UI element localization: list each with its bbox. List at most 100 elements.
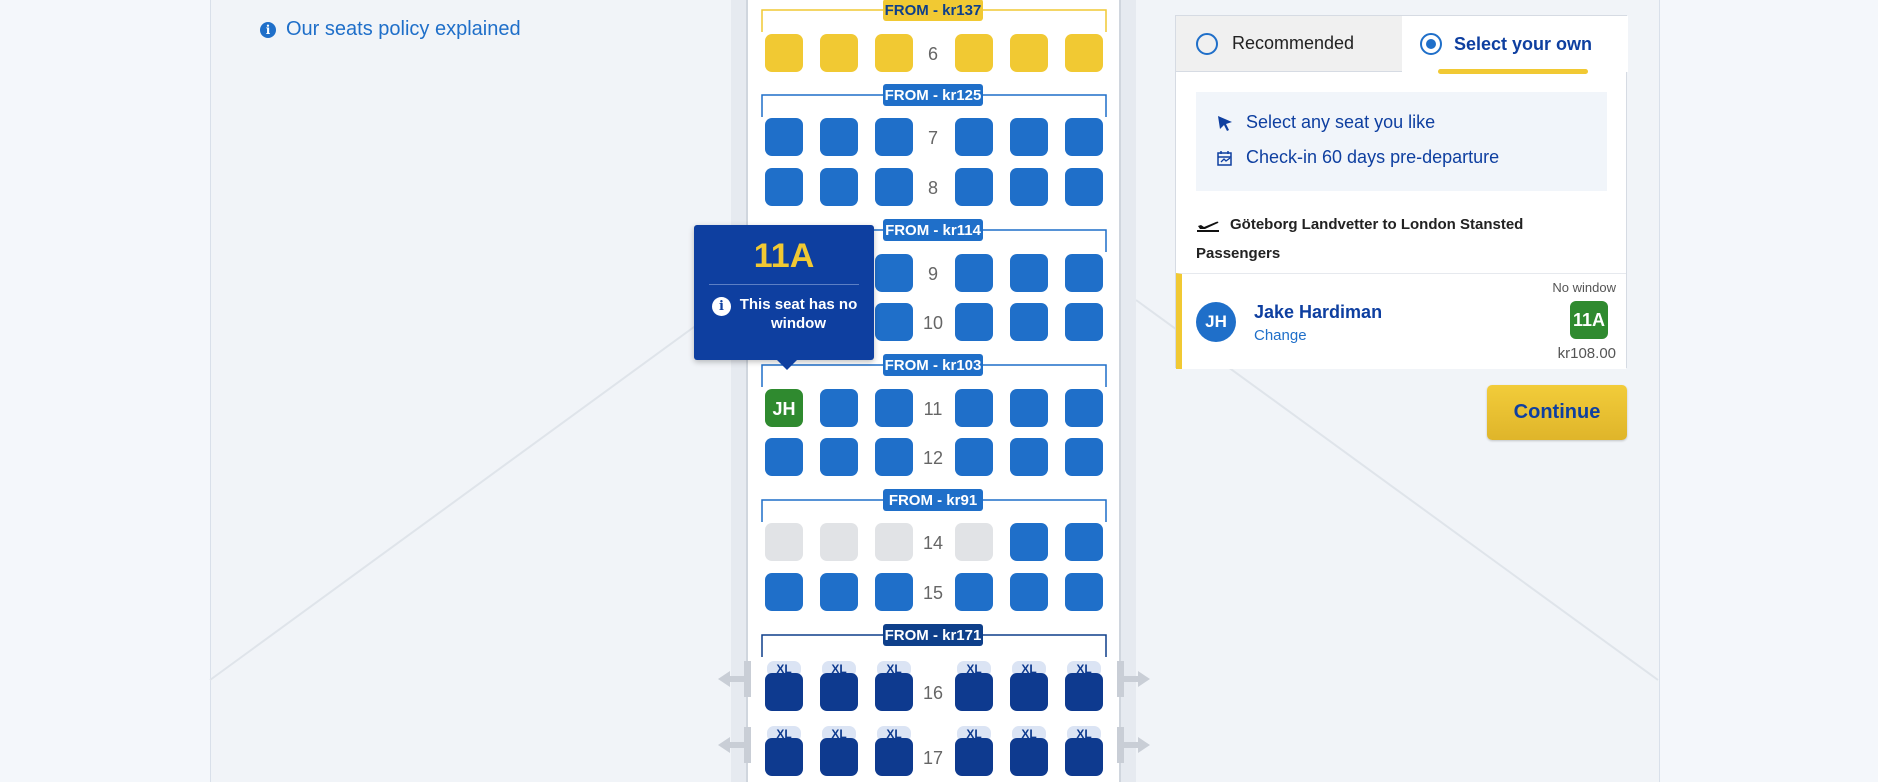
seat[interactable]	[765, 34, 803, 72]
exit-door-left	[744, 727, 751, 763]
benefit-text: Select any seat you like	[1246, 112, 1436, 132]
tab-recommended-label: Recommended	[1232, 33, 1355, 53]
seat[interactable]	[1010, 523, 1048, 561]
seat[interactable]	[820, 738, 858, 776]
seat-unavailable	[765, 523, 803, 561]
active-tab-indicator	[1438, 69, 1588, 74]
seat[interactable]	[955, 573, 993, 611]
row-number: 15	[923, 583, 943, 603]
seat[interactable]	[1065, 303, 1103, 341]
row-number: 9	[928, 264, 938, 284]
seat[interactable]	[875, 389, 913, 427]
seat[interactable]	[875, 573, 913, 611]
radio-select-your-own[interactable]	[1420, 33, 1442, 55]
passengers-heading: Passengers	[1196, 245, 1281, 262]
seat[interactable]	[875, 438, 913, 476]
seat[interactable]	[1010, 673, 1048, 711]
exit-door-right	[1117, 661, 1124, 697]
seat[interactable]	[820, 34, 858, 72]
seat[interactable]	[1010, 254, 1048, 292]
seat[interactable]	[765, 438, 803, 476]
exit-door-right	[1117, 727, 1124, 763]
seat[interactable]	[765, 673, 803, 711]
seat[interactable]	[1065, 389, 1103, 427]
seat[interactable]	[875, 303, 913, 341]
seat[interactable]	[1065, 168, 1103, 206]
seat-tooltip: 11A i This seat has no window	[694, 225, 874, 370]
seat[interactable]	[1010, 438, 1048, 476]
seat[interactable]	[955, 738, 993, 776]
seat-price: kr108.00	[1557, 345, 1616, 362]
seat[interactable]	[765, 738, 803, 776]
seat[interactable]	[1010, 738, 1048, 776]
seat[interactable]	[1010, 118, 1048, 156]
seat[interactable]	[1010, 168, 1048, 206]
seat-unavailable	[875, 523, 913, 561]
seat[interactable]	[820, 438, 858, 476]
seat[interactable]	[955, 168, 993, 206]
seat[interactable]	[820, 118, 858, 156]
exit-door-left	[744, 661, 751, 697]
seat[interactable]	[1010, 389, 1048, 427]
tab-select-your-own[interactable]: Select your own	[1402, 16, 1628, 72]
seat-note: No window	[1552, 280, 1616, 295]
seat-unavailable	[820, 523, 858, 561]
benefit-item: Check-in 60 days pre-departure	[1216, 147, 1499, 168]
seat[interactable]	[1065, 34, 1103, 72]
selected-seat-badge: 11A	[1570, 301, 1608, 339]
price-band-label: FROM - kr103	[885, 357, 982, 374]
continue-button[interactable]: Continue	[1487, 385, 1627, 440]
seat[interactable]	[875, 168, 913, 206]
seat[interactable]	[1065, 118, 1103, 156]
row-number: 6	[928, 44, 938, 64]
seat[interactable]	[1065, 673, 1103, 711]
seat[interactable]	[820, 573, 858, 611]
tab-select-your-own-label: Select your own	[1454, 33, 1593, 54]
seat-selection-panel: Recommended Select your own Select any s…	[1175, 15, 1628, 369]
seat[interactable]	[820, 389, 858, 427]
seat[interactable]	[1065, 523, 1103, 561]
passenger-name: Jake Hardiman	[1254, 302, 1383, 322]
change-link[interactable]: Change	[1254, 327, 1307, 344]
passenger-row: JH Jake Hardiman Change No window 11A kr…	[1176, 273, 1626, 369]
exit-arrow-left-icon	[718, 671, 745, 687]
seat[interactable]	[955, 389, 993, 427]
seat[interactable]	[875, 738, 913, 776]
seat[interactable]	[765, 573, 803, 611]
seat[interactable]	[955, 438, 993, 476]
tooltip-seat-number: 11A	[753, 237, 815, 275]
seat[interactable]	[955, 118, 993, 156]
calendar-icon	[1217, 150, 1232, 166]
cursor-icon	[1218, 115, 1232, 131]
seat[interactable]	[1065, 254, 1103, 292]
radio-recommended[interactable]	[1196, 32, 1218, 55]
seat[interactable]	[955, 303, 993, 341]
row-number: 12	[923, 448, 943, 468]
seat[interactable]	[820, 673, 858, 711]
seat[interactable]	[875, 673, 913, 711]
seat[interactable]	[765, 168, 803, 206]
seat[interactable]	[1010, 303, 1048, 341]
seat[interactable]	[1065, 573, 1103, 611]
seat[interactable]	[955, 673, 993, 711]
row-number: 11	[924, 399, 943, 419]
seat[interactable]	[875, 118, 913, 156]
seat[interactable]	[820, 168, 858, 206]
seat[interactable]	[1010, 573, 1048, 611]
benefit-item: Select any seat you like	[1216, 112, 1435, 133]
price-band-label: FROM - kr125	[885, 87, 982, 104]
row-number: 17	[923, 748, 943, 768]
seat[interactable]	[1065, 438, 1103, 476]
seat[interactable]	[955, 254, 993, 292]
seat[interactable]	[875, 254, 913, 292]
exit-arrow-left-icon	[718, 737, 745, 753]
seat[interactable]	[1010, 34, 1048, 72]
exit-arrow-right-icon	[1123, 671, 1150, 687]
seat[interactable]	[875, 34, 913, 72]
seat[interactable]	[1065, 738, 1103, 776]
tab-recommended[interactable]: Recommended	[1176, 16, 1402, 72]
seat[interactable]	[765, 118, 803, 156]
seat-unavailable	[955, 523, 993, 561]
seat[interactable]	[955, 34, 993, 72]
row-number: 10	[923, 313, 943, 333]
